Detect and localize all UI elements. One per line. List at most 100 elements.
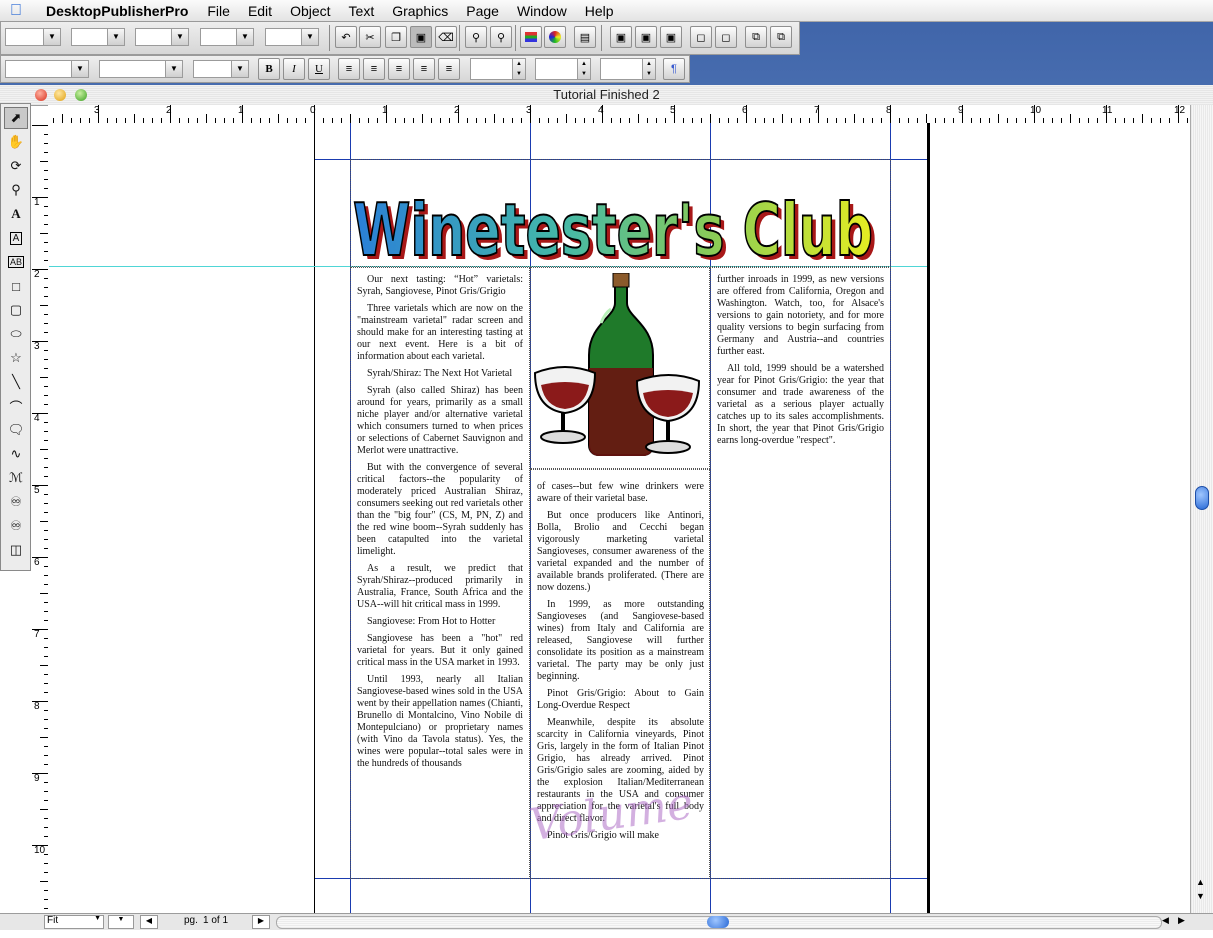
- stepper-arrows-icon[interactable]: ▲ ▼: [642, 59, 655, 79]
- window-titlebar[interactable]: Tutorial Finished 2: [0, 85, 1213, 106]
- chevron-down-icon[interactable]: ▼: [94, 915, 101, 922]
- size-combo[interactable]: ▼: [193, 60, 249, 78]
- scroll-thumb[interactable]: [707, 916, 729, 928]
- app-menu[interactable]: DesktopPublisherPro: [46, 3, 188, 19]
- vertical-scrollbar[interactable]: ▲ ▼: [1190, 105, 1213, 918]
- frame-icon-3[interactable]: ▣: [660, 26, 682, 48]
- menu-help[interactable]: Help: [576, 3, 623, 19]
- rotate-tool-icon[interactable]: ⟳: [4, 155, 28, 177]
- zoom-combo[interactable]: Fit ▼: [44, 915, 104, 929]
- chevron-down-icon[interactable]: ▼: [231, 61, 248, 77]
- ruler-tick: [32, 413, 48, 414]
- toolbar-combo-3[interactable]: ▼: [135, 28, 189, 46]
- chevron-down-icon[interactable]: ▼: [165, 61, 182, 77]
- align-left-icon[interactable]: ≡: [338, 58, 360, 80]
- menu-object[interactable]: Object: [281, 3, 339, 19]
- color-lines-icon[interactable]: [520, 26, 542, 48]
- chevron-down-icon[interactable]: ▼: [43, 29, 60, 45]
- send-back-icon[interactable]: ⧉: [770, 26, 792, 48]
- text-column-3[interactable]: further inroads in 1999, as new versions…: [717, 274, 884, 452]
- frame-icon-2[interactable]: ▣: [635, 26, 657, 48]
- scroll-up-icon[interactable]: ▲: [1196, 877, 1205, 887]
- spacing-stepper-3[interactable]: ▲ ▼: [600, 58, 656, 80]
- find-icon[interactable]: ⚲: [465, 26, 487, 48]
- unlink-tool-icon[interactable]: ♾: [4, 515, 28, 537]
- document-page[interactable]: Winetester's Club Winetester's Club Our …: [49, 123, 930, 915]
- text-frame-tool-icon[interactable]: A: [4, 227, 28, 249]
- paste-icon[interactable]: ▣: [410, 26, 432, 48]
- eraser-icon[interactable]: ⌫: [435, 26, 457, 48]
- ungroup-icon[interactable]: ◻: [715, 26, 737, 48]
- paragraph: But once producers like Antinori, Bolla,…: [537, 510, 704, 593]
- paragraph-icon[interactable]: ¶: [663, 58, 685, 80]
- undo-icon[interactable]: ↶: [335, 26, 357, 48]
- page-icon[interactable]: ▤: [574, 26, 596, 48]
- crop-tool-icon[interactable]: ◫: [4, 539, 28, 561]
- star-tool-icon[interactable]: ☆: [4, 347, 28, 369]
- font-combo[interactable]: ▼: [5, 60, 89, 78]
- frame-icon-1[interactable]: ▣: [610, 26, 632, 48]
- align-center-icon[interactable]: ≡: [363, 58, 385, 80]
- color-wheel-icon[interactable]: [544, 26, 566, 48]
- copy-icon[interactable]: ❐: [385, 26, 407, 48]
- toolbar-combo-1[interactable]: ▼: [5, 28, 61, 46]
- rectangle-tool-icon[interactable]: □: [4, 275, 28, 297]
- scroll-thumb[interactable]: [1195, 486, 1209, 510]
- headline-wordart[interactable]: Winetester's Club Winetester's Club: [351, 163, 891, 267]
- text-tool-icon[interactable]: A: [4, 203, 28, 225]
- toolbar-combo-2[interactable]: ▼: [71, 28, 125, 46]
- toolbar-combo-5[interactable]: ▼: [265, 28, 319, 46]
- callout-tool-icon[interactable]: 🗨: [4, 419, 28, 441]
- stepper-arrows-icon[interactable]: ▲ ▼: [512, 59, 525, 79]
- text-column-1[interactable]: Our next tasting: “Hot” varietals: Syrah…: [357, 274, 523, 775]
- pointer-tool-icon[interactable]: ⬈: [4, 107, 28, 129]
- horizontal-scrollbar[interactable]: [276, 916, 1162, 929]
- prev-page-icon[interactable]: ◀: [140, 915, 158, 929]
- arc-tool-icon[interactable]: ⌒: [4, 395, 28, 417]
- text-path-tool-icon[interactable]: AB: [4, 251, 28, 273]
- menu-edit[interactable]: Edit: [239, 3, 281, 19]
- justify-icon[interactable]: ≡: [413, 58, 435, 80]
- style-combo[interactable]: ▼: [99, 60, 183, 78]
- ruler-tick: [40, 377, 48, 378]
- group-icon[interactable]: ◻: [690, 26, 712, 48]
- ellipse-tool-icon[interactable]: ⬭: [4, 323, 28, 345]
- chevron-down-icon[interactable]: ▼: [171, 29, 188, 45]
- pasteboard[interactable]: Winetester's Club Winetester's Club Our …: [48, 123, 1190, 918]
- bold-icon[interactable]: B: [258, 58, 280, 80]
- line-tool-icon[interactable]: ╲: [4, 371, 28, 393]
- spacing-stepper-1[interactable]: ▲ ▼: [470, 58, 526, 80]
- italic-icon[interactable]: I: [283, 58, 305, 80]
- bezier-tool-icon[interactable]: ∿: [4, 443, 28, 465]
- scroll-right-icon[interactable]: ▶: [1178, 915, 1185, 926]
- ruler-label: 12: [1174, 105, 1186, 116]
- apple-menu-icon[interactable]: : [10, 0, 32, 21]
- chevron-down-icon[interactable]: ▼: [301, 29, 318, 45]
- page-menu-button[interactable]: ▼: [108, 915, 134, 929]
- cut-icon[interactable]: ✂: [359, 26, 381, 48]
- zoom-tool-icon[interactable]: ⚲: [4, 179, 28, 201]
- link-tool-icon[interactable]: ♾: [4, 491, 28, 513]
- menu-graphics[interactable]: Graphics: [383, 3, 457, 19]
- underline-icon[interactable]: U: [308, 58, 330, 80]
- menu-text[interactable]: Text: [340, 3, 384, 19]
- scroll-down-icon[interactable]: ▼: [1196, 891, 1205, 901]
- bring-front-icon[interactable]: ⧉: [745, 26, 767, 48]
- spell-check-icon[interactable]: ⚲: [490, 26, 512, 48]
- menu-window[interactable]: Window: [508, 3, 576, 19]
- rounded-rect-tool-icon[interactable]: ▢: [4, 299, 28, 321]
- chevron-down-icon[interactable]: ▼: [107, 29, 124, 45]
- align-right-icon[interactable]: ≡: [388, 58, 410, 80]
- force-justify-icon[interactable]: ≡: [438, 58, 460, 80]
- toolbar-combo-4[interactable]: ▼: [200, 28, 254, 46]
- chevron-down-icon[interactable]: ▼: [236, 29, 253, 45]
- stepper-arrows-icon[interactable]: ▲ ▼: [577, 59, 590, 79]
- next-page-icon[interactable]: ▶: [252, 915, 270, 929]
- text-on-path-tool-icon[interactable]: ℳ: [4, 467, 28, 489]
- hand-tool-icon[interactable]: ✋: [4, 131, 28, 153]
- scroll-left-icon[interactable]: ◀: [1162, 915, 1169, 926]
- spacing-stepper-2[interactable]: ▲ ▼: [535, 58, 591, 80]
- menu-page[interactable]: Page: [457, 3, 508, 19]
- menu-file[interactable]: File: [198, 3, 239, 19]
- chevron-down-icon[interactable]: ▼: [71, 61, 88, 77]
